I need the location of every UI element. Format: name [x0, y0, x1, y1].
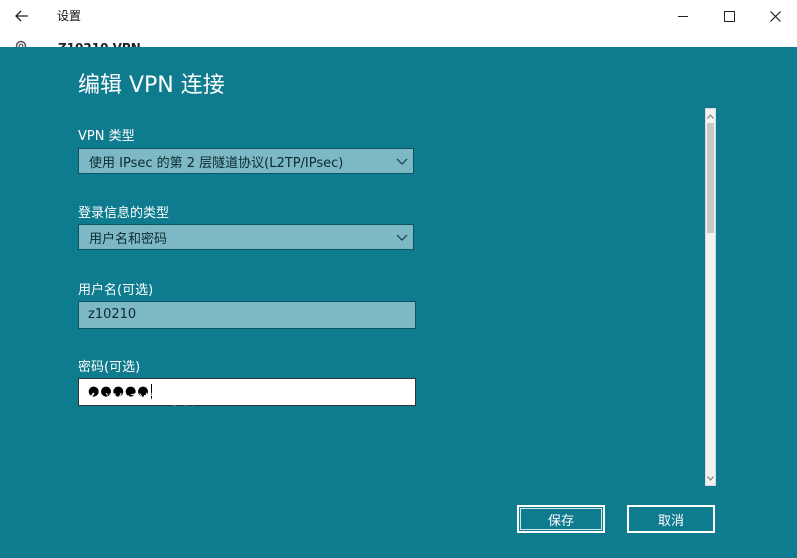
checkmark-icon — [79, 391, 95, 405]
scrollbar[interactable] — [705, 108, 716, 486]
chevron-down-icon — [391, 225, 413, 249]
scroll-down-icon[interactable] — [706, 472, 715, 484]
username-field[interactable]: z10210 — [78, 301, 416, 329]
close-button[interactable] — [752, 0, 797, 32]
window-title: 设置 — [57, 9, 82, 23]
remember-row[interactable]: 记住我的登录信息 — [78, 389, 208, 408]
signin-type-select[interactable]: 用户名和密码 — [78, 224, 414, 250]
scroll-up-icon[interactable] — [706, 110, 715, 122]
back-button[interactable] — [8, 4, 36, 28]
signin-type-value: 用户名和密码 — [89, 231, 168, 247]
scrollbar-thumb[interactable] — [707, 123, 714, 233]
title-bar: 设置 — [0, 0, 797, 33]
arrow-left-icon — [15, 7, 29, 26]
vpn-type-value: 使用 IPsec 的第 2 层隧道协议(L2TP/IPsec) — [89, 155, 344, 171]
close-icon — [769, 7, 781, 26]
username-label: 用户名(可选) — [78, 283, 154, 298]
save-button[interactable]: 保存 — [517, 505, 605, 533]
signin-type-label: 登录信息的类型 — [78, 206, 170, 221]
chevron-down-icon — [391, 149, 413, 173]
password-label: 密码(可选) — [78, 360, 141, 375]
edit-vpn-dialog: 编辑 VPN 连接 VPN 类型 使用 IPsec 的第 2 层隧道协议(L2T… — [0, 47, 797, 558]
cancel-button[interactable]: 取消 — [627, 505, 715, 533]
maximize-button[interactable] — [706, 0, 752, 32]
vpn-type-select[interactable]: 使用 IPsec 的第 2 层隧道协议(L2TP/IPsec) — [78, 148, 414, 174]
minimize-button[interactable] — [660, 0, 706, 32]
dialog-title: 编辑 VPN 连接 — [78, 73, 225, 98]
remember-checkbox[interactable] — [78, 390, 96, 408]
maximize-icon — [723, 10, 735, 22]
remember-label: 记住我的登录信息 — [104, 393, 209, 408]
vpn-type-label: VPN 类型 — [78, 129, 135, 144]
minimize-icon — [678, 15, 688, 17]
